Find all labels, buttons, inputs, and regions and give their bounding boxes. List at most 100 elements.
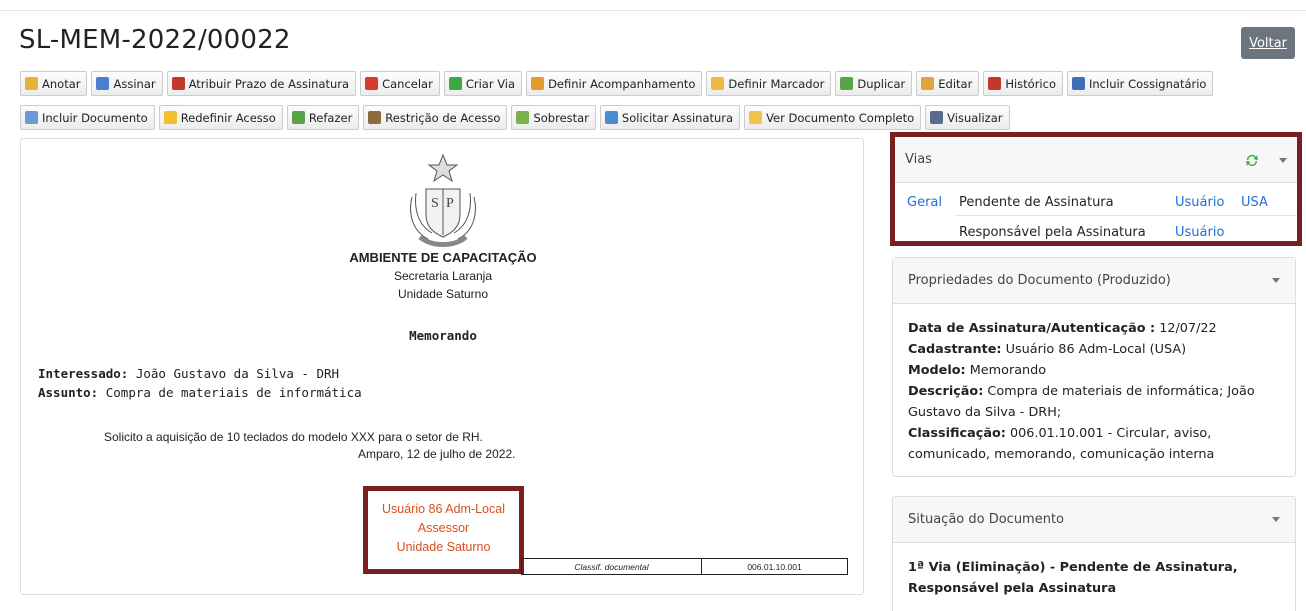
definir-marcador-button[interactable]: Definir Marcador bbox=[706, 71, 832, 96]
signer-role: Assessor bbox=[417, 521, 470, 535]
sign-icon bbox=[96, 77, 110, 90]
redefinir-acesso-button[interactable]: Redefinir Acesso bbox=[158, 105, 283, 130]
classif-label: Classif. documental bbox=[522, 559, 702, 574]
refazer-label: Refazer bbox=[308, 110, 353, 125]
prop-descricao: Descrição: Compra de materiais de inform… bbox=[908, 384, 1255, 420]
document-preview: S P AMBIENTE DE CAPACITAÇÃO Secretaria L… bbox=[20, 138, 864, 595]
incluir-documento-button[interactable]: Incluir Documento bbox=[20, 105, 155, 130]
via-org-link[interactable]: USA bbox=[1241, 195, 1268, 210]
eye-icon bbox=[930, 111, 944, 124]
atribuir-prazo-de-assinatura-label: Atribuir Prazo de Assinatura bbox=[188, 76, 350, 91]
via-user-link[interactable]: Usuário bbox=[1175, 195, 1224, 210]
incluir-cossignatario-label: Incluir Cossignatário bbox=[1089, 76, 1207, 91]
sobrestar-button[interactable]: Sobrestar bbox=[511, 105, 596, 130]
redefinir-acesso-label: Redefinir Acesso bbox=[180, 110, 276, 125]
properties-header[interactable]: Propriedades do Documento (Produzido) bbox=[893, 258, 1295, 304]
editar-button[interactable]: Editar bbox=[916, 71, 980, 96]
prop-data: Data de Assinatura/Autenticação : 12/07/… bbox=[908, 321, 1217, 336]
user-folder-icon bbox=[531, 77, 545, 90]
assunto-line: Assunto: Compra de materiais de informát… bbox=[38, 385, 362, 400]
secretaria-name: Secretaria Laranja bbox=[393, 269, 493, 283]
signer-name: Usuário 86 Adm-Local bbox=[382, 502, 505, 516]
solicitar-assinatura-button[interactable]: Solicitar Assinatura bbox=[599, 105, 741, 130]
refresh-icon[interactable] bbox=[1245, 154, 1259, 167]
action-toolbar-row-1: Anotar Assinar Atribuir Prazo de Assinatur… bbox=[20, 71, 1214, 96]
ver-documento-completo-label: Ver Documento Completo bbox=[766, 110, 915, 125]
document-type: Memorando bbox=[409, 328, 477, 343]
page-title: SL-MEM-2022/00022 bbox=[19, 25, 291, 55]
stack-icon bbox=[516, 111, 530, 124]
request-sign-icon bbox=[604, 111, 618, 124]
properties-title: Propriedades do Documento (Produzido) bbox=[908, 273, 1171, 288]
shield-icon bbox=[163, 111, 177, 124]
annotate-icon bbox=[25, 77, 38, 90]
prop-classificacao: Classificação: 006.01.10.001 - Circular,… bbox=[908, 426, 1215, 462]
situation-status: 1ª Via (Eliminação) - Pendente de Assina… bbox=[908, 560, 1238, 596]
document-add-icon bbox=[25, 111, 38, 124]
properties-body: Data de Assinatura/Autenticação : 12/07/… bbox=[893, 304, 1295, 479]
folder-open-icon bbox=[749, 111, 763, 124]
memo-body: Solicito a aquisição de 10 teclados do m… bbox=[104, 430, 483, 444]
via-row-divider bbox=[955, 215, 1297, 216]
signer-unit: Unidade Saturno bbox=[396, 540, 491, 554]
solicitar-assinatura-label: Solicitar Assinatura bbox=[621, 110, 734, 125]
prop-modelo: Modelo: Memorando bbox=[908, 363, 1047, 378]
situation-header[interactable]: Situação do Documento bbox=[893, 497, 1295, 543]
via-geral-link[interactable]: Geral bbox=[907, 195, 942, 210]
via-responsavel-user-link[interactable]: Usuário bbox=[1175, 225, 1224, 240]
chevron-down-icon[interactable] bbox=[1272, 517, 1280, 522]
history-icon bbox=[988, 77, 1002, 90]
vias-title: Vias bbox=[905, 152, 932, 167]
restricao-de-acesso-label: Restrição de Acesso bbox=[385, 110, 501, 125]
classif-value: 006.01.10.001 bbox=[747, 561, 802, 572]
top-divider bbox=[0, 10, 1306, 11]
assunto-label: Assunto: bbox=[38, 385, 99, 400]
restricao-de-acesso-button[interactable]: Restrição de Acesso bbox=[363, 105, 508, 130]
prop-cadastrante: Cadastrante: Usuário 86 Adm-Local (USA) bbox=[908, 342, 1187, 357]
incluir-cossignatario-button[interactable]: Incluir Cossignatário bbox=[1067, 71, 1214, 96]
ver-documento-completo-button[interactable]: Ver Documento Completo bbox=[744, 105, 922, 130]
assinar-button[interactable]: Assinar bbox=[91, 71, 163, 96]
cancelar-label: Cancelar bbox=[382, 76, 433, 91]
memo-date: Amparo, 12 de julho de 2022. bbox=[358, 447, 516, 461]
editar-label: Editar bbox=[938, 76, 973, 91]
calendar-icon bbox=[171, 77, 185, 90]
historico-label: Histórico bbox=[1005, 76, 1056, 91]
criar-via-label: Criar Via bbox=[465, 76, 516, 91]
cancelar-button[interactable]: Cancelar bbox=[360, 71, 440, 96]
users-icon bbox=[1072, 77, 1085, 90]
refazer-button[interactable]: Refazer bbox=[286, 105, 360, 130]
signature-block: Usuário 86 Adm-Local Assessor Unidade Sa… bbox=[363, 486, 524, 574]
definir-acompanhamento-button[interactable]: Definir Acompanhamento bbox=[526, 71, 703, 96]
chevron-down-icon[interactable] bbox=[1279, 158, 1287, 163]
duplicar-label: Duplicar bbox=[857, 76, 906, 91]
historico-button[interactable]: Histórico bbox=[983, 71, 1063, 96]
vias-header[interactable]: Vias bbox=[895, 137, 1297, 183]
interessado-label: Interessado: bbox=[38, 366, 129, 381]
classification-box: Classif. documental 006.01.10.001 bbox=[521, 558, 848, 575]
atribuir-prazo-de-assinatura-button[interactable]: Atribuir Prazo de Assinatura bbox=[166, 71, 357, 96]
back-button[interactable]: Voltar bbox=[1241, 27, 1295, 59]
assinar-label: Assinar bbox=[113, 76, 156, 91]
org-name: AMBIENTE DE CAPACITAÇÃO bbox=[349, 250, 537, 265]
assunto-value: Compra de materiais de informática bbox=[105, 385, 362, 400]
definir-marcador-label: Definir Marcador bbox=[728, 76, 825, 91]
svg-text:P: P bbox=[446, 196, 454, 211]
interessado-value: João Gustavo da Silva - DRH bbox=[135, 366, 340, 381]
unidade-name: Unidade Saturno bbox=[397, 287, 489, 301]
chevron-down-icon[interactable] bbox=[1272, 278, 1280, 283]
duplicate-icon bbox=[840, 77, 854, 90]
via-status: Pendente de Assinatura bbox=[959, 195, 1114, 210]
criar-via-button[interactable]: Criar Via bbox=[443, 71, 523, 96]
visualizar-button[interactable]: Visualizar bbox=[925, 105, 1010, 130]
sobrestar-label: Sobrestar bbox=[533, 110, 589, 125]
via-responsavel: Responsável pela Assinatura bbox=[959, 225, 1146, 240]
lock-users-icon bbox=[368, 111, 382, 124]
properties-panel: Propriedades do Documento (Produzido) Da… bbox=[892, 257, 1296, 477]
anotar-button[interactable]: Anotar bbox=[20, 71, 88, 96]
interessado-line: Interessado: João Gustavo da Silva - DRH bbox=[38, 366, 339, 381]
anotar-label: Anotar bbox=[42, 76, 81, 91]
incluir-documento-label: Incluir Documento bbox=[42, 110, 148, 125]
duplicar-button[interactable]: Duplicar bbox=[835, 71, 913, 96]
pencil-icon bbox=[921, 77, 935, 90]
